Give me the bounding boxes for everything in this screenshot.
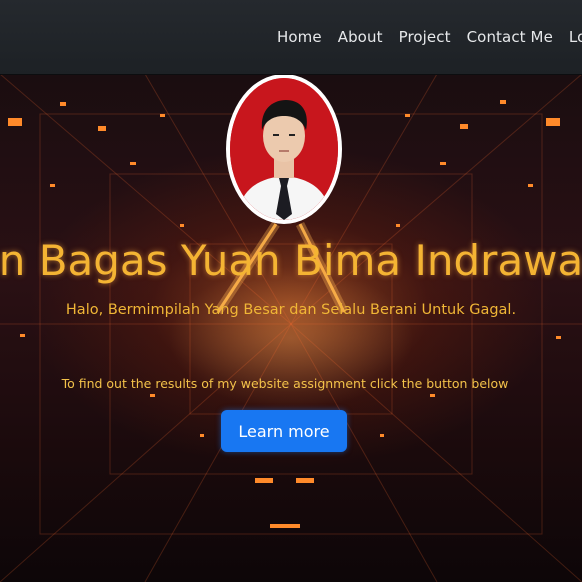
learn-more-button[interactable]: Learn more [221,410,347,452]
profile-photo-image [230,78,338,220]
nav-link-about[interactable]: About [338,28,383,46]
nav-links: Home About Project Contact Me Logout [277,28,582,46]
hero-subtitle: Halo, Bermimpilah Yang Besar dan Selalu … [65,302,517,318]
nav-link-logout[interactable]: Logout [569,28,582,46]
navbar: Home About Project Contact Me Logout [0,0,582,75]
nav-link-contact-me[interactable]: Contact Me [467,28,553,46]
hero-caption: To find out the results of my website as… [61,376,509,391]
nav-link-home[interactable]: Home [277,28,322,46]
hero-section: n Bagas Yuan Bima Indrawa Halo, Bermimpi… [0,74,582,582]
page: Home About Project Contact Me Logout [0,0,582,582]
profile-photo [226,74,342,224]
hero-title: n Bagas Yuan Bima Indrawa [0,236,582,285]
nav-link-project[interactable]: Project [399,28,451,46]
